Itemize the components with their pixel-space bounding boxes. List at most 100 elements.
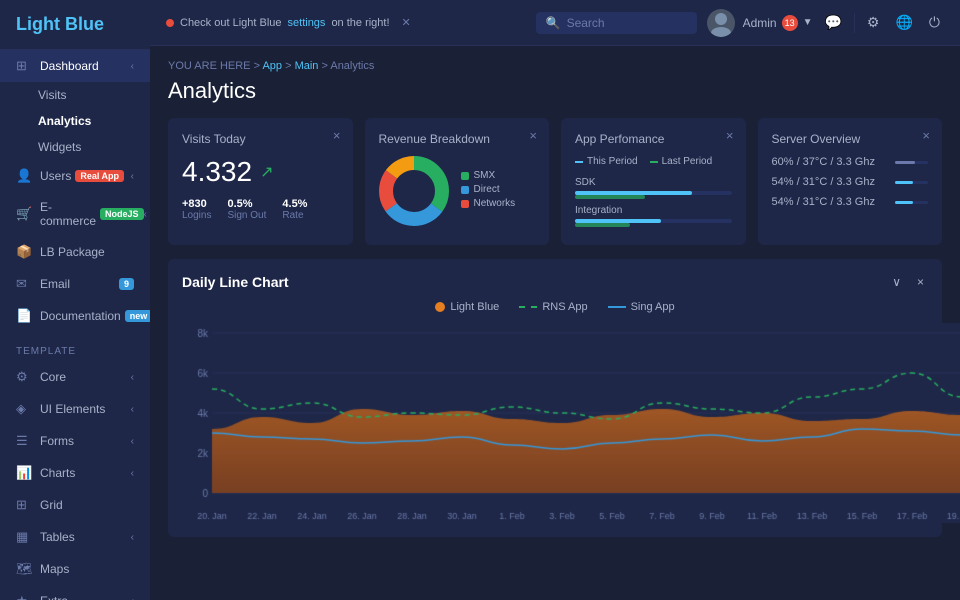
users-badge: Real App	[75, 170, 124, 182]
server-label-2: 54% / 31°C / 3.3 Ghz	[772, 196, 887, 208]
sidebar-sub-widgets[interactable]: Widgets	[0, 134, 150, 160]
sidebar-nav: ⊞ Dashboard ‹ Visits Analytics Widgets 👤…	[0, 50, 150, 600]
chart-title-bold: Line Chart	[219, 274, 288, 290]
server-bar-track-2	[895, 201, 929, 204]
server-title: Server Overview	[772, 132, 929, 146]
sidebar-item-forms[interactable]: ☰ Forms ‹	[0, 425, 150, 457]
header-notification: Check out Light Blue settings on the rig…	[166, 16, 526, 29]
server-close[interactable]: ×	[922, 128, 930, 143]
app-perf-close[interactable]: ×	[726, 128, 734, 143]
sidebar-item-email[interactable]: ✉ Email 9	[0, 268, 150, 300]
sidebar-logo: Light Blue	[0, 0, 150, 50]
search-icon: 🔍	[546, 16, 561, 30]
header-search: 🔍	[536, 12, 697, 34]
chart-close-icon[interactable]: ×	[913, 273, 928, 291]
sub-label: Widgets	[38, 140, 81, 154]
legend-smx: SMX	[461, 170, 516, 181]
chart-controls: ∨ ×	[888, 273, 928, 291]
sidebar-item-label: Charts	[40, 466, 75, 480]
settings-icon[interactable]: ⚙	[863, 12, 884, 33]
sidebar-item-charts[interactable]: 📊 Charts ‹	[0, 457, 150, 489]
chat-icon[interactable]: 💬	[820, 12, 845, 33]
line-chart-card: Daily Line Chart ∨ × Light Blue	[168, 259, 942, 537]
sidebar-item-lbpackage[interactable]: 📦 LB Package	[0, 236, 150, 268]
sidebar-item-docs[interactable]: 📄 Documentation new	[0, 300, 150, 332]
revenue-close[interactable]: ×	[529, 128, 537, 143]
user-badge-count: 13	[782, 15, 798, 31]
sidebar-item-tables[interactable]: ▦ Tables ‹	[0, 521, 150, 553]
server-row-1: 54% / 31°C / 3.3 Ghz	[772, 176, 929, 188]
breadcrumb-app[interactable]: App	[262, 60, 282, 72]
chevron-icon: ‹	[131, 404, 134, 415]
stat-logins: +830 Logins	[182, 198, 211, 221]
sidebar-item-label: UI Elements	[40, 402, 105, 416]
header-user[interactable]: Admin 13 ▼	[743, 15, 813, 31]
sidebar-sub-visits[interactable]: Visits	[0, 82, 150, 108]
perf-integration: Integration	[575, 205, 732, 223]
visits-stats: +830 Logins 0.5% Sign Out 4.5% Rate	[182, 198, 339, 221]
stat-logins-value: +830	[182, 198, 211, 210]
networks-label: Networks	[474, 198, 516, 209]
docs-badge: new	[125, 310, 150, 322]
chart-collapse-icon[interactable]: ∨	[888, 273, 905, 291]
chevron-icon: ‹	[131, 61, 134, 72]
direct-label: Direct	[474, 184, 500, 195]
perf-sdk: SDK	[575, 177, 732, 195]
donut-chart	[379, 156, 449, 226]
user-chevron-icon: ▼	[803, 17, 813, 28]
integration-label: Integration	[575, 205, 732, 216]
stat-signout-value: 0.5%	[227, 198, 266, 210]
notification-close[interactable]: ✕	[402, 16, 411, 29]
rnsapp-label: RNS App	[542, 301, 587, 313]
server-bar-fill-1	[895, 181, 913, 184]
chart-title-daily: Daily	[182, 274, 215, 290]
stat-logins-label: Logins	[182, 210, 211, 221]
server-row-2: 54% / 31°C / 3.3 Ghz	[772, 196, 929, 208]
globe-icon[interactable]: 🌐	[891, 12, 916, 33]
sidebar-item-label: Dashboard	[40, 59, 99, 73]
search-input[interactable]	[567, 16, 687, 30]
sidebar-sub-analytics[interactable]: Analytics	[0, 108, 150, 134]
power-icon[interactable]: ⏻	[925, 12, 944, 33]
sdk-bar-last	[575, 195, 645, 199]
integration-bar-last	[575, 223, 630, 227]
page-title: Analytics	[168, 78, 942, 104]
sidebar-item-label: Grid	[40, 498, 63, 512]
smx-label: SMX	[474, 170, 496, 181]
notification-suffix: on the right!	[331, 17, 389, 29]
sidebar-item-ui-elements[interactable]: ◈ UI Elements ‹	[0, 393, 150, 425]
sidebar-item-label: Users	[40, 169, 71, 183]
sidebar-item-extra[interactable]: ★ Extra ‹	[0, 585, 150, 600]
cards-row: Visits Today × 4.332 ↗ +830 Logins 0.5%	[168, 118, 942, 245]
maps-icon: 🗺	[16, 561, 32, 577]
sidebar-item-label: Documentation	[40, 309, 121, 323]
sidebar-item-maps[interactable]: 🗺 Maps	[0, 553, 150, 585]
sidebar-item-dashboard[interactable]: ⊞ Dashboard ‹	[0, 50, 150, 82]
trend-up-icon: ↗	[260, 162, 273, 182]
sidebar-item-grid[interactable]: ⊞ Grid	[0, 489, 150, 521]
notification-link[interactable]: settings	[288, 17, 326, 29]
chart-legend: Light Blue RNS App Sing App	[182, 301, 928, 313]
networks-dot	[461, 200, 469, 208]
lightblue-label: Light Blue	[450, 301, 499, 313]
visits-value: 4.332	[182, 156, 252, 188]
sidebar-item-users[interactable]: 👤 Users Real App ‹	[0, 160, 150, 192]
breadcrumb-main[interactable]: Main	[295, 60, 319, 72]
avatar	[707, 9, 735, 37]
breadcrumb: YOU ARE HERE > App > Main > Analytics	[168, 60, 942, 72]
rnsapp-dash	[519, 306, 537, 308]
server-row-0: 60% / 37°C / 3.3 Ghz	[772, 156, 929, 168]
docs-icon: 📄	[16, 308, 32, 324]
email-badge: 9	[119, 278, 134, 290]
logo-text: Light Blue	[16, 14, 104, 34]
package-icon: 📦	[16, 244, 32, 260]
server-label-1: 54% / 31°C / 3.3 Ghz	[772, 176, 887, 188]
integration-bar-track	[575, 219, 732, 223]
visits-today-close[interactable]: ×	[333, 128, 341, 143]
sidebar-item-core[interactable]: ⚙ Core ‹	[0, 361, 150, 393]
revenue-content: SMX Direct Networks	[379, 156, 536, 226]
server-overview-card: Server Overview × 60% / 37°C / 3.3 Ghz 5…	[758, 118, 943, 245]
visits-today-card: Visits Today × 4.332 ↗ +830 Logins 0.5%	[168, 118, 353, 245]
sidebar-item-ecommerce[interactable]: 🛒 E-commerce NodeJS ‹	[0, 192, 150, 236]
last-period-label: Last Period	[662, 156, 713, 167]
